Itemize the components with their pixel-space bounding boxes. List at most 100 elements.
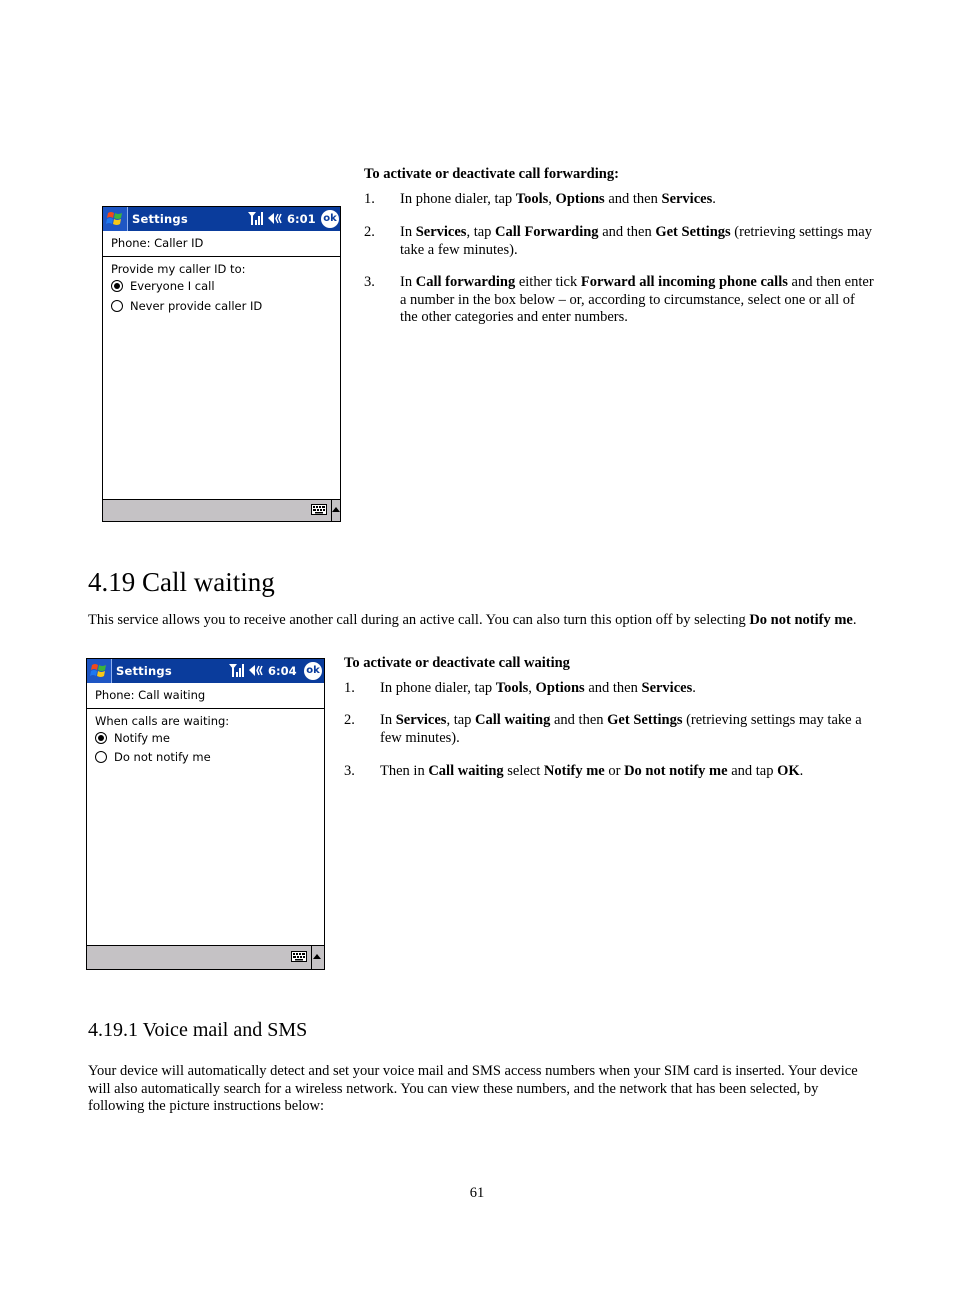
app-title: Settings [116, 664, 172, 678]
clock[interactable]: 6:04 [268, 664, 297, 678]
bold-term: Services [641, 680, 693, 696]
page-number: 61 [469, 1185, 485, 1201]
step-number: 2. [364, 224, 375, 240]
windows-flag-icon [90, 664, 106, 677]
menu-bar [87, 945, 324, 969]
step-text: In Services, tap Call Forwarding and the… [400, 224, 874, 259]
bold-term: Do not notify me [749, 612, 853, 628]
header-title: Phone: Caller ID [111, 236, 204, 250]
page-header: Phone: Caller ID [103, 231, 340, 257]
radio-button[interactable] [95, 751, 107, 763]
bold-term: Get Settings [607, 712, 683, 728]
step-number: 3. [364, 274, 375, 290]
bold-term: Call Forwarding [495, 224, 599, 240]
radio-button-checked[interactable] [111, 280, 123, 292]
app-title: Settings [132, 212, 188, 226]
bold-term: Tools [495, 680, 529, 696]
text-segment: Then in [380, 763, 429, 779]
start-menu-button[interactable] [103, 207, 128, 231]
text-segment: and then [550, 712, 608, 728]
radio-button[interactable] [111, 300, 123, 312]
bold-term: Call waiting [428, 763, 504, 779]
step-number: 1. [364, 191, 375, 207]
ok-button[interactable]: ok [304, 662, 322, 680]
title-bar: Settings 6:04 ok [87, 659, 324, 683]
text-segment: , [548, 191, 556, 207]
radio-label: Notify me [114, 731, 170, 745]
bold-term: Notify me [543, 763, 605, 779]
header-title: Phone: Call waiting [95, 688, 206, 702]
signal-strength-icon[interactable] [248, 212, 263, 225]
text-segment: select [503, 763, 544, 779]
step-number: 2. [344, 712, 355, 728]
option-prompt: When calls are waiting: [95, 714, 230, 728]
bold-term: Call forwarding [415, 274, 516, 290]
text-segment: In [380, 712, 396, 728]
text-segment: , tap [446, 712, 476, 728]
text-segment: , [528, 680, 536, 696]
input-panel-arrow-icon[interactable] [313, 954, 321, 959]
text-segment: and then [604, 191, 662, 207]
waiting-heading: To activate or deactivate call waiting [344, 655, 570, 671]
windows-flag-icon [106, 212, 122, 225]
option-prompt: Provide my caller ID to: [111, 262, 246, 276]
step-number: 3. [344, 763, 355, 779]
step-text: In phone dialer, tap Tools, Options and … [380, 680, 874, 698]
text-segment: . [852, 612, 857, 628]
forwarding-heading: To activate or deactivate call forwardin… [364, 166, 619, 182]
bold-term: Services [395, 712, 447, 728]
section-intro: This service allows you to receive anoth… [88, 612, 874, 630]
volume-icon[interactable] [249, 664, 264, 677]
text-segment: or [604, 763, 625, 779]
bold-term: Services [415, 224, 467, 240]
radio-label: Everyone I call [130, 279, 215, 293]
bold-term: Options [535, 680, 585, 696]
radio-button-checked[interactable] [95, 732, 107, 744]
text-segment: and then [584, 680, 642, 696]
bold-term: Call waiting [475, 712, 551, 728]
menu-separator [311, 946, 312, 969]
bold-term: Forward all incoming phone calls [580, 274, 788, 290]
step-text: In Services, tap Call waiting and then G… [380, 712, 874, 747]
text-segment: , tap [466, 224, 496, 240]
keyboard-icon[interactable] [311, 504, 327, 515]
bold-term: Do not notify me [624, 763, 728, 779]
text-segment: In [400, 224, 416, 240]
text-segment: In [400, 274, 416, 290]
text-segment: This service allows you to receive anoth… [88, 612, 750, 628]
section-title: 4.19 Call waiting [88, 567, 275, 597]
text-segment: In phone dialer, tap [400, 191, 516, 207]
text-segment: . [799, 763, 804, 779]
text-segment: . [712, 191, 716, 207]
start-menu-button[interactable] [87, 659, 112, 683]
title-bar: Settings 6:01 ok [103, 207, 340, 231]
text-segment: . [692, 680, 696, 696]
page-header: Phone: Call waiting [87, 683, 324, 709]
input-panel-arrow-icon[interactable] [332, 507, 340, 512]
subsection-body: Your device will automatically detect an… [88, 1063, 858, 1114]
bold-term: Get Settings [655, 224, 731, 240]
signal-strength-icon[interactable] [229, 664, 244, 677]
bold-term: Services [661, 191, 713, 207]
bold-term: OK [777, 763, 800, 779]
text-segment: In phone dialer, tap [380, 680, 496, 696]
radio-label: Never provide caller ID [130, 299, 263, 313]
radio-label: Do not notify me [114, 750, 211, 764]
text-segment: either tick [515, 274, 581, 290]
menu-bar [103, 499, 340, 521]
bold-term: Tools [515, 191, 549, 207]
keyboard-icon[interactable] [291, 951, 307, 962]
bold-term: Options [555, 191, 605, 207]
text-segment: and tap [727, 763, 778, 779]
step-text: In Call forwarding either tick Forward a… [400, 274, 874, 327]
clock[interactable]: 6:01 [287, 212, 316, 226]
pda-screenshot-call-waiting: Settings 6:04 ok Phone: Call waiting Whe… [86, 658, 325, 970]
step-text: In phone dialer, tap Tools, Options and … [400, 191, 874, 209]
ok-button[interactable]: ok [321, 210, 339, 228]
pda-screenshot-caller-id: Settings 6:01 ok Phone: Caller ID Provid… [102, 206, 341, 522]
step-text: Then in Call waiting select Notify me or… [380, 763, 874, 781]
step-number: 1. [344, 680, 355, 696]
volume-icon[interactable] [268, 212, 283, 225]
subsection-title: 4.19.1 Voice mail and SMS [88, 1019, 308, 1041]
text-segment: and then [598, 224, 656, 240]
